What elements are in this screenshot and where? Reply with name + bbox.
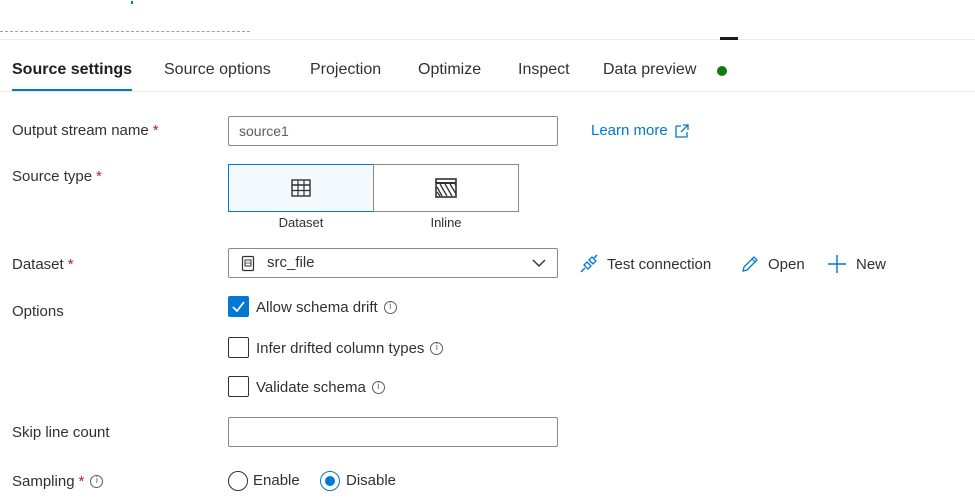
source-type-label: Source type * xyxy=(12,168,102,185)
inline-option-label: Inline xyxy=(430,215,462,230)
info-icon[interactable]: i xyxy=(430,342,444,355)
test-connection-button[interactable]: Test connection xyxy=(579,252,711,276)
open-label: Open xyxy=(768,255,805,273)
learn-more-label: Learn more xyxy=(591,122,668,139)
info-icon[interactable]: i xyxy=(383,301,397,314)
resize-handle[interactable] xyxy=(720,37,738,40)
sampling-disable-label: Disable xyxy=(346,472,397,489)
dataset-selected-value: src_file xyxy=(267,254,315,271)
infer-drifted-column-types-checkbox[interactable] xyxy=(228,337,249,358)
plug-icon xyxy=(580,254,598,273)
new-button[interactable]: New xyxy=(826,252,886,276)
inline-hatch-icon xyxy=(435,178,457,198)
output-stream-name-input[interactable] xyxy=(228,116,558,146)
sampling-label: Sampling * i xyxy=(12,473,104,490)
settings-tab-bar: Source settings Source options Projectio… xyxy=(0,48,975,92)
dataset-option-label: Dataset xyxy=(278,215,324,230)
pencil-icon xyxy=(742,256,758,272)
output-stream-name-label: Output stream name * xyxy=(12,122,159,139)
sampling-disable-radio[interactable] xyxy=(320,471,340,491)
panel-top-border xyxy=(0,39,975,40)
validate-schema-checkbox[interactable] xyxy=(228,376,249,397)
tab-source-settings[interactable]: Source settings xyxy=(12,48,133,91)
test-connection-label: Test connection xyxy=(607,255,712,273)
info-icon[interactable]: i xyxy=(90,475,104,488)
skip-line-count-label: Skip line count xyxy=(12,424,110,441)
sampling-enable-radio[interactable] xyxy=(228,471,248,491)
dashed-divider xyxy=(0,31,250,32)
dataset-label: Dataset * xyxy=(12,256,74,273)
chevron-down-icon xyxy=(532,259,546,267)
validate-schema-label: Validate schema i xyxy=(256,379,385,396)
tab-optimize[interactable]: Optimize xyxy=(418,48,481,91)
infer-drifted-column-types-label: Infer drifted column types i xyxy=(256,340,444,357)
open-button[interactable]: Open xyxy=(740,252,805,276)
external-link-icon xyxy=(675,123,689,138)
options-label: Options xyxy=(12,303,64,320)
top-edge-marker xyxy=(131,1,133,4)
tab-data-preview[interactable]: Data preview xyxy=(603,48,696,91)
source-type-inline-option[interactable] xyxy=(373,164,519,212)
new-label: New xyxy=(856,255,887,273)
skip-line-count-input[interactable] xyxy=(228,417,558,447)
data-preview-status-dot xyxy=(717,66,727,76)
file-icon xyxy=(241,255,255,272)
tab-source-options[interactable]: Source options xyxy=(164,48,271,91)
plus-icon xyxy=(828,255,846,273)
dataset-dropdown[interactable]: src_file xyxy=(228,248,558,278)
tab-projection[interactable]: Projection xyxy=(310,48,381,91)
table-icon xyxy=(291,179,311,197)
tab-inspect[interactable]: Inspect xyxy=(518,48,570,91)
checkmark-icon xyxy=(232,301,245,313)
info-icon[interactable]: i xyxy=(371,381,385,394)
source-type-dataset-option[interactable] xyxy=(228,164,374,212)
allow-schema-drift-label: Allow schema drift i xyxy=(256,299,397,316)
allow-schema-drift-checkbox[interactable] xyxy=(228,296,249,317)
learn-more-link[interactable]: Learn more xyxy=(591,122,690,139)
sampling-enable-label: Enable xyxy=(253,472,300,489)
